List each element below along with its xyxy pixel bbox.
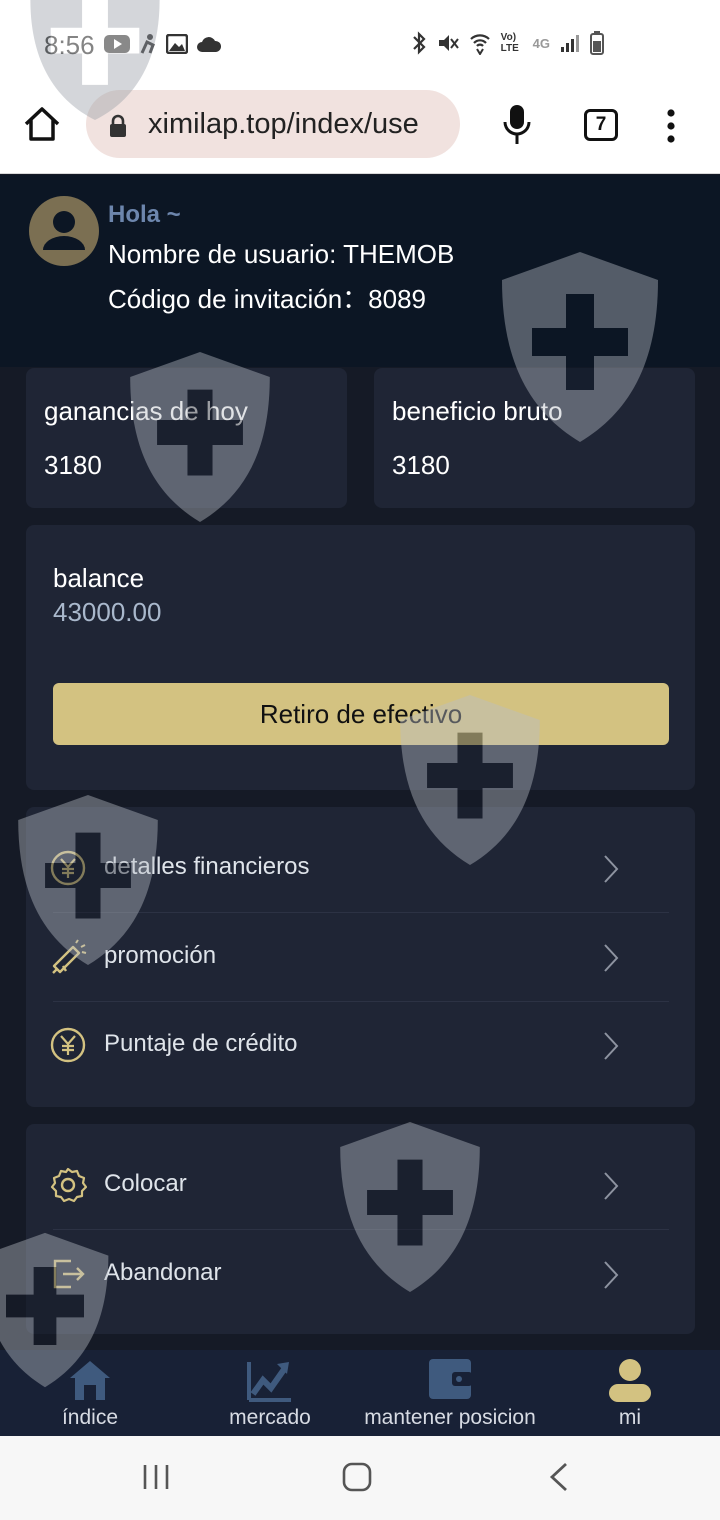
menu-item-financial-details[interactable]: detalles financieros: [27, 823, 643, 912]
stat-label: beneficio bruto: [392, 396, 563, 426]
home-icon[interactable]: [22, 104, 62, 144]
gear-icon: [50, 1167, 87, 1203]
megaphone-icon: [52, 939, 87, 974]
stat-value: 3180: [44, 450, 102, 480]
withdraw-button[interactable]: Retiro de efectivo: [53, 683, 669, 745]
balance-label: balance: [53, 563, 145, 593]
mute-icon: [438, 35, 459, 51]
lock-icon: [110, 114, 126, 137]
menu-item-logout[interactable]: Abandonar: [27, 1229, 643, 1318]
balance-value: 43000.00: [53, 597, 162, 627]
microphone-icon[interactable]: [502, 104, 532, 146]
username: Nombre de usuario: THEMOB: [108, 239, 455, 269]
stat-value: 3180: [392, 450, 450, 480]
nav-label: mi: [618, 1406, 642, 1429]
greeting: Hola ~: [108, 201, 181, 228]
nav-label: mercado: [229, 1406, 311, 1429]
youtube-icon: [104, 35, 130, 53]
user-icon: [609, 1359, 651, 1402]
status-time: 8:56: [44, 30, 95, 60]
more-options-icon[interactable]: [660, 108, 682, 144]
menu-label: Colocar: [104, 1170, 187, 1197]
back-icon[interactable]: [548, 1462, 570, 1492]
battery-icon: [590, 31, 604, 55]
menu-label: detalles financieros: [104, 853, 310, 880]
avatar: [29, 196, 99, 266]
tab-switcher-button[interactable]: 7: [584, 109, 618, 141]
yuan-coin-icon: [50, 1027, 86, 1063]
wallet-icon: [429, 1359, 472, 1399]
profile-header: Hola ~ Nombre de usuario: THEMOB Código …: [0, 175, 720, 367]
nav-label: índice: [61, 1406, 119, 1429]
menu-item-settings[interactable]: Colocar: [27, 1140, 643, 1229]
address-bar[interactable]: ximilap.top/index/use: [86, 90, 460, 158]
nav-item-index[interactable]: índice: [0, 1350, 180, 1436]
logout-icon: [53, 1259, 85, 1289]
gallery-icon: [166, 34, 188, 54]
signal-icon: [561, 35, 579, 52]
user-avatar-icon: [43, 211, 85, 250]
cloud-icon: [197, 37, 222, 52]
bluetooth-icon: [412, 31, 426, 55]
system-status-icons: Vo) LTE 4G: [411, 31, 604, 55]
chevron-right-icon: [604, 1032, 619, 1060]
home-icon: [70, 1361, 110, 1400]
menu-label: promoción: [104, 942, 217, 969]
chevron-right-icon: [604, 944, 619, 972]
invite-code: Código de invitación：8089: [108, 284, 426, 314]
nav-item-me[interactable]: mi: [540, 1350, 720, 1436]
nav-item-market[interactable]: mercado: [180, 1350, 360, 1436]
network-gen-label: 4G: [532, 35, 550, 51]
activity-icon: [140, 34, 155, 54]
menu-item-credit-score[interactable]: Puntaje de crédito: [27, 1000, 643, 1089]
home-button-icon[interactable]: [342, 1462, 372, 1492]
stat-label: ganancias de hoy: [44, 396, 248, 426]
nav-item-positions[interactable]: mantener posicion: [360, 1350, 540, 1436]
chevron-right-icon: [604, 1172, 619, 1200]
balance-card: balance 43000.00 Retiro de efectivo: [26, 525, 695, 790]
menu-label: Puntaje de crédito: [104, 1030, 298, 1057]
menu-label: Abandonar: [104, 1259, 222, 1286]
recent-apps-icon[interactable]: [142, 1462, 170, 1492]
stat-card-today: ganancias de hoy 3180: [26, 368, 347, 508]
bottom-nav: índice mercado mantener posicion mi: [0, 1350, 720, 1436]
url-text: ximilap.top/index/use: [148, 108, 419, 140]
status-bar: 8:56 Vo) LTE 4G: [0, 0, 720, 88]
chevron-right-icon: [604, 855, 619, 883]
yuan-coin-icon: [50, 850, 86, 886]
nav-label: mantener posicion: [364, 1406, 536, 1429]
system-nav-bar: [0, 1436, 720, 1520]
stat-card-gross: beneficio bruto 3180: [374, 368, 695, 508]
volte-label: Vo) LTE: [500, 32, 519, 54]
menu-item-promotion[interactable]: promoción: [27, 912, 643, 1001]
browser-toolbar: ximilap.top/index/use 7: [0, 88, 720, 174]
chevron-right-icon: [604, 1261, 619, 1289]
notification-icons: [104, 33, 222, 55]
chart-icon: [247, 1362, 291, 1402]
wifi-icon: [469, 34, 490, 55]
